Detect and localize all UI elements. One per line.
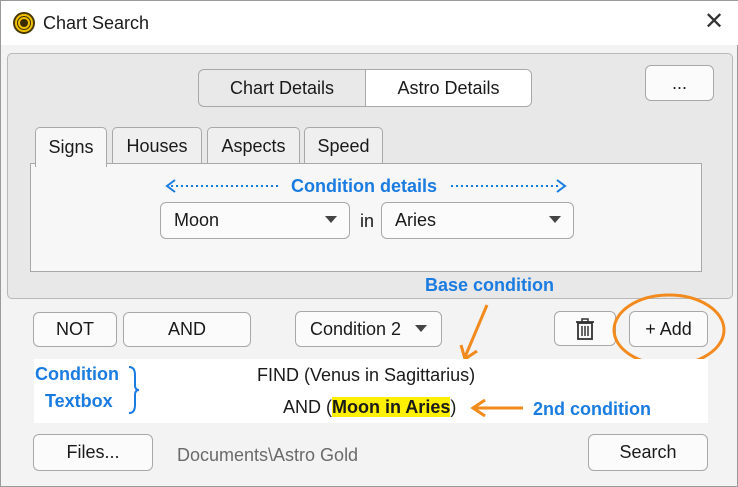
- planet-dropdown[interactable]: Moon: [160, 202, 350, 239]
- chevron-down-icon: [415, 325, 427, 332]
- tab-speed[interactable]: Speed: [304, 127, 383, 165]
- tab-aspects[interactable]: Aspects: [207, 127, 300, 165]
- sign-dropdown[interactable]: Aries: [381, 202, 574, 239]
- title-bar: Chart Search ✕: [1, 1, 738, 45]
- condition-textbox-annotation-line2: Textbox: [45, 391, 113, 411]
- second-condition-arrow: [470, 398, 523, 418]
- condition-line-2-highlight: Moon in Aries: [332, 397, 451, 417]
- condition-line-2-prefix: AND (: [283, 397, 332, 417]
- condition-details-annotation: Condition details: [291, 176, 437, 196]
- second-condition-annotation: 2nd condition: [533, 399, 651, 419]
- chevron-down-icon: [325, 216, 337, 223]
- and-button[interactable]: AND: [123, 312, 251, 347]
- details-segmented-control: Chart Details Astro Details: [198, 69, 532, 107]
- close-icon[interactable]: ✕: [701, 9, 727, 35]
- not-button[interactable]: NOT: [33, 312, 117, 347]
- segment-chart-details[interactable]: Chart Details: [199, 70, 365, 106]
- window-title: Chart Search: [43, 13, 150, 33]
- chart-search-window: Chart Search ✕ Chart Details Astro Detai…: [0, 0, 738, 487]
- tab-signs[interactable]: Signs: [35, 127, 107, 167]
- condition-line-2: AND (Moon in Aries): [283, 397, 456, 418]
- planet-dropdown-value: Moon: [174, 210, 220, 230]
- base-condition-arrow: [459, 304, 489, 362]
- condition-select[interactable]: Condition 2: [295, 311, 442, 347]
- tab-houses[interactable]: Houses: [112, 127, 202, 165]
- chevron-down-icon: [549, 216, 561, 223]
- search-button[interactable]: Search: [588, 434, 708, 471]
- condition-select-value: Condition 2: [310, 318, 402, 339]
- trash-icon: [576, 317, 594, 340]
- in-label: in: [360, 211, 375, 231]
- astro-wheel-icon: [13, 12, 35, 34]
- segment-astro-details[interactable]: Astro Details: [365, 70, 531, 106]
- textbox-brace: [128, 366, 140, 414]
- condition-textbox-annotation-line1: Condition: [35, 364, 119, 384]
- sign-dropdown-value: Aries: [395, 210, 437, 230]
- more-options-button[interactable]: ...: [645, 65, 714, 101]
- files-button[interactable]: Files...: [33, 434, 153, 471]
- delete-button[interactable]: [554, 311, 616, 346]
- condition-line-1: FIND (Venus in Sagittarius): [257, 365, 476, 385]
- base-condition-annotation: Base condition: [425, 275, 555, 295]
- condition-line-2-suffix: ): [450, 397, 457, 417]
- documents-path: Documents\Astro Gold: [177, 445, 359, 465]
